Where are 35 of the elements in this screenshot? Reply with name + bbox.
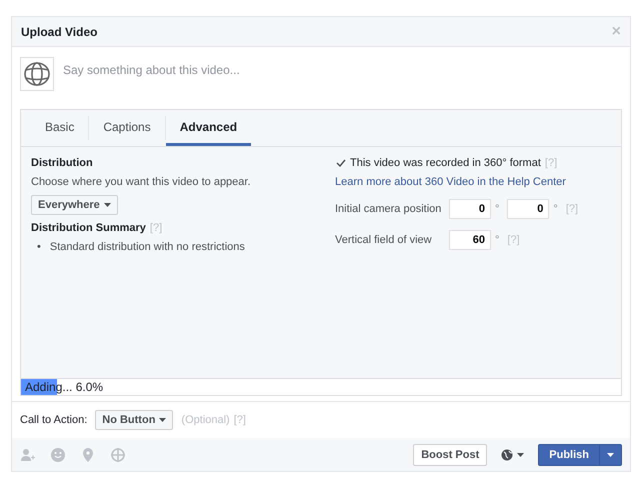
optional-text: (Optional) — [181, 414, 230, 426]
description-text: Choose where you want this video to appear. — [31, 176, 251, 188]
boost-post-button[interactable]: Boost Post — [413, 444, 488, 466]
tab[interactable]: Advanced — [166, 110, 252, 146]
smiley-icon[interactable] — [50, 446, 66, 462]
degree-sign: ° — [495, 234, 500, 246]
globe-icon — [20, 57, 54, 91]
caret-icon — [607, 452, 614, 456]
crosshair-icon[interactable] — [110, 446, 126, 462]
audience-selector[interactable] — [501, 448, 524, 460]
tab[interactable]: Captions — [89, 110, 165, 146]
caret-icon — [159, 418, 166, 422]
checkbox[interactable] — [335, 158, 346, 168]
section-heading: Distribution — [31, 157, 93, 169]
tab[interactable]: Basic — [31, 110, 88, 146]
caret-icon — [104, 203, 111, 207]
degree-field[interactable]: 60 — [449, 230, 491, 250]
field-label: Vertical field of view — [335, 234, 433, 246]
caret-icon — [517, 452, 524, 456]
degree-sign: ° — [553, 203, 558, 215]
help-center-link[interactable]: Learn more about 360 Video in the Help Center — [335, 176, 566, 188]
call-to-action-label: Call to Action: — [20, 414, 88, 426]
distribution-dropdown[interactable]: Everywhere — [31, 195, 118, 215]
degree-field[interactable]: 0 — [507, 199, 550, 219]
summary-item: Standard distribution with no restrictions — [50, 241, 245, 253]
field-label: Initial camera position — [335, 203, 442, 215]
bullet: • — [37, 241, 41, 253]
section-heading: Distribution Summary — [31, 222, 146, 234]
checkbox-label: This video was recorded in 360° format — [350, 157, 541, 169]
location-pin-icon[interactable] — [80, 446, 96, 462]
dialog-title: Upload Video — [21, 24, 98, 38]
add-person-icon[interactable] — [20, 446, 36, 462]
call-to-action-dropdown[interactable]: No Button — [95, 410, 174, 430]
degree-field[interactable]: 0 — [449, 199, 491, 219]
degree-sign: ° — [495, 203, 500, 215]
